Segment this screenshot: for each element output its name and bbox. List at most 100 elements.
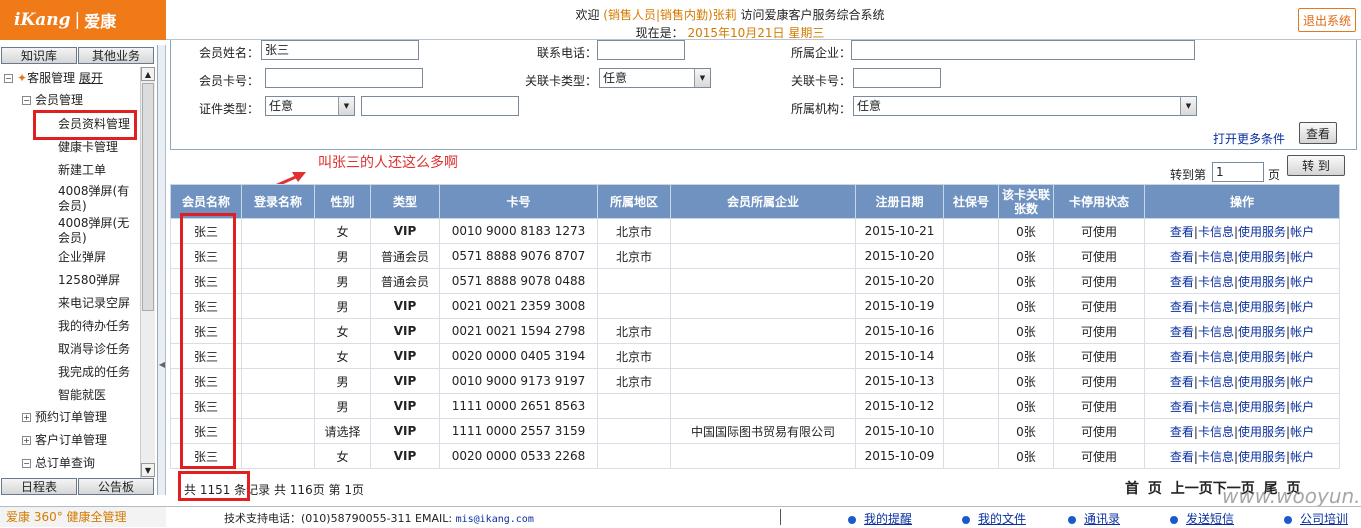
card-info-link[interactable]: 卡信息 [1198, 250, 1234, 264]
chevron-down-icon[interactable]: ▼ [694, 69, 710, 87]
view-link[interactable]: 查看 [1170, 400, 1194, 414]
view-link[interactable]: 查看 [1170, 300, 1194, 314]
use-service-link[interactable]: 使用服务 [1238, 350, 1286, 364]
sidebar-item-smart-care[interactable]: 智能就医 [58, 388, 106, 403]
footer-link-training[interactable]: 公司培训 [1284, 510, 1348, 527]
card-info-link[interactable]: 卡信息 [1198, 450, 1234, 464]
company-input[interactable] [851, 40, 1195, 60]
account-link[interactable]: 帐户 [1290, 300, 1314, 314]
account-link[interactable]: 帐户 [1290, 325, 1314, 339]
account-link[interactable]: 帐户 [1290, 375, 1314, 389]
expand-icon[interactable]: + [22, 413, 31, 422]
tree-node-order-query[interactable]: − 总订单查询 [22, 456, 95, 471]
logout-button[interactable]: 退出系统 [1298, 8, 1356, 32]
table-cell: 1111 0000 2651 8563 [439, 393, 598, 419]
view-link[interactable]: 查看 [1170, 425, 1194, 439]
scroll-thumb[interactable] [142, 83, 154, 311]
use-service-link[interactable]: 使用服务 [1238, 425, 1286, 439]
card-info-link[interactable]: 卡信息 [1198, 375, 1234, 389]
card-info-link[interactable]: 卡信息 [1198, 275, 1234, 289]
card-info-link[interactable]: 卡信息 [1198, 325, 1234, 339]
tab-knowledge-base[interactable]: 知识库 [1, 47, 77, 64]
query-button[interactable]: 查看 [1299, 122, 1337, 144]
collapse-icon[interactable]: − [4, 74, 13, 83]
footer-link-sms[interactable]: 发送短信 [1170, 510, 1234, 527]
tree-node-member-management[interactable]: − 会员管理 [22, 93, 83, 108]
account-link[interactable]: 帐户 [1290, 250, 1314, 264]
footer-link-files[interactable]: 我的文件 [962, 510, 1026, 527]
use-service-link[interactable]: 使用服务 [1238, 275, 1286, 289]
use-service-link[interactable]: 使用服务 [1238, 250, 1286, 264]
sidebar-item-my-todo[interactable]: 我的待办任务 [58, 319, 130, 334]
tab-schedule[interactable]: 日程表 [1, 478, 77, 495]
chevron-down-icon[interactable]: ▼ [1180, 97, 1196, 115]
card-info-link[interactable]: 卡信息 [1198, 300, 1234, 314]
link-card-type-select[interactable]: 任意 ▼ [599, 68, 711, 88]
card-number-input[interactable] [265, 68, 423, 88]
tab-bulletin[interactable]: 公告板 [78, 478, 154, 495]
use-service-link[interactable]: 使用服务 [1238, 300, 1286, 314]
chevron-down-icon[interactable]: ▼ [338, 97, 354, 115]
member-name-input[interactable]: 张三 [261, 40, 419, 60]
card-info-link[interactable]: 卡信息 [1198, 400, 1234, 414]
scroll-down-icon[interactable]: ▼ [141, 463, 155, 477]
sidebar-item-12580-popup[interactable]: 12580弹屏 [58, 273, 120, 288]
account-link[interactable]: 帐户 [1290, 425, 1314, 439]
column-header: 登录名称 [241, 184, 315, 219]
expand-link[interactable]: 展开 [79, 71, 103, 85]
card-info-link[interactable]: 卡信息 [1198, 425, 1234, 439]
use-service-link[interactable]: 使用服务 [1238, 450, 1286, 464]
organization-select[interactable]: 任意 ▼ [853, 96, 1197, 116]
account-link[interactable]: 帐户 [1290, 450, 1314, 464]
collapse-left-icon[interactable]: ◀ [158, 360, 166, 369]
sidebar-item-call-records[interactable]: 来电记录空屏 [58, 296, 130, 311]
support-email[interactable]: mis@ikang.com [456, 514, 534, 525]
phone-input[interactable] [597, 40, 685, 60]
table-cell [241, 393, 315, 419]
scroll-up-icon[interactable]: ▲ [141, 67, 155, 81]
use-service-link[interactable]: 使用服务 [1238, 400, 1286, 414]
tab-other-business[interactable]: 其他业务 [78, 47, 154, 64]
link-card-input[interactable] [853, 68, 941, 88]
sidebar-item-4008-nonmember[interactable]: 4008弹屏(无会员) [58, 216, 138, 246]
sidebar-item-new-ticket[interactable]: 新建工单 [58, 163, 106, 178]
account-link[interactable]: 帐户 [1290, 225, 1314, 239]
view-link[interactable]: 查看 [1170, 450, 1194, 464]
use-service-link[interactable]: 使用服务 [1238, 225, 1286, 239]
goto-button[interactable]: 转 到 [1287, 155, 1345, 176]
tree-node-customer-service[interactable]: − ✦客服管理 展开 [4, 71, 103, 86]
view-link[interactable]: 查看 [1170, 375, 1194, 389]
tree-node-customer-orders[interactable]: + 客户订单管理 [22, 433, 107, 448]
account-link[interactable]: 帐户 [1290, 275, 1314, 289]
collapse-icon[interactable]: − [22, 96, 31, 105]
panel-splitter[interactable]: ◀ [158, 45, 166, 495]
footer-link-contacts[interactable]: 通讯录 [1068, 510, 1120, 527]
sidebar-item-health-card[interactable]: 健康卡管理 [58, 140, 118, 155]
use-service-link[interactable]: 使用服务 [1238, 325, 1286, 339]
card-info-link[interactable]: 卡信息 [1198, 225, 1234, 239]
card-info-link[interactable]: 卡信息 [1198, 350, 1234, 364]
view-link[interactable]: 查看 [1170, 225, 1194, 239]
view-link[interactable]: 查看 [1170, 275, 1194, 289]
account-link[interactable]: 帐户 [1290, 350, 1314, 364]
id-type-select[interactable]: 任意 ▼ [265, 96, 355, 116]
footer-link-reminders[interactable]: 我的提醒 [848, 510, 912, 527]
tree-node-appointment-orders[interactable]: + 预约订单管理 [22, 410, 107, 425]
goto-page-input[interactable]: 1 [1212, 162, 1264, 182]
use-service-link[interactable]: 使用服务 [1238, 375, 1286, 389]
prev-page-link[interactable]: 上一页 [1171, 481, 1213, 497]
sidebar-item-cancel-guide[interactable]: 取消导诊任务 [58, 342, 130, 357]
tree-scrollbar[interactable]: ▲ ▼ [140, 67, 155, 479]
account-link[interactable]: 帐户 [1290, 400, 1314, 414]
id-number-input[interactable] [361, 96, 519, 116]
view-link[interactable]: 查看 [1170, 250, 1194, 264]
expand-icon[interactable]: + [22, 436, 31, 445]
view-link[interactable]: 查看 [1170, 350, 1194, 364]
collapse-icon[interactable]: − [22, 459, 31, 468]
sidebar-item-enterprise-popup[interactable]: 企业弹屏 [58, 250, 106, 265]
view-link[interactable]: 查看 [1170, 325, 1194, 339]
first-page-link[interactable]: 首 页 [1125, 481, 1162, 497]
sidebar-item-completed[interactable]: 我完成的任务 [58, 365, 130, 380]
sidebar-item-4008-member[interactable]: 4008弹屏(有会员) [58, 184, 138, 214]
more-conditions-link[interactable]: 打开更多条件 [1213, 130, 1285, 147]
